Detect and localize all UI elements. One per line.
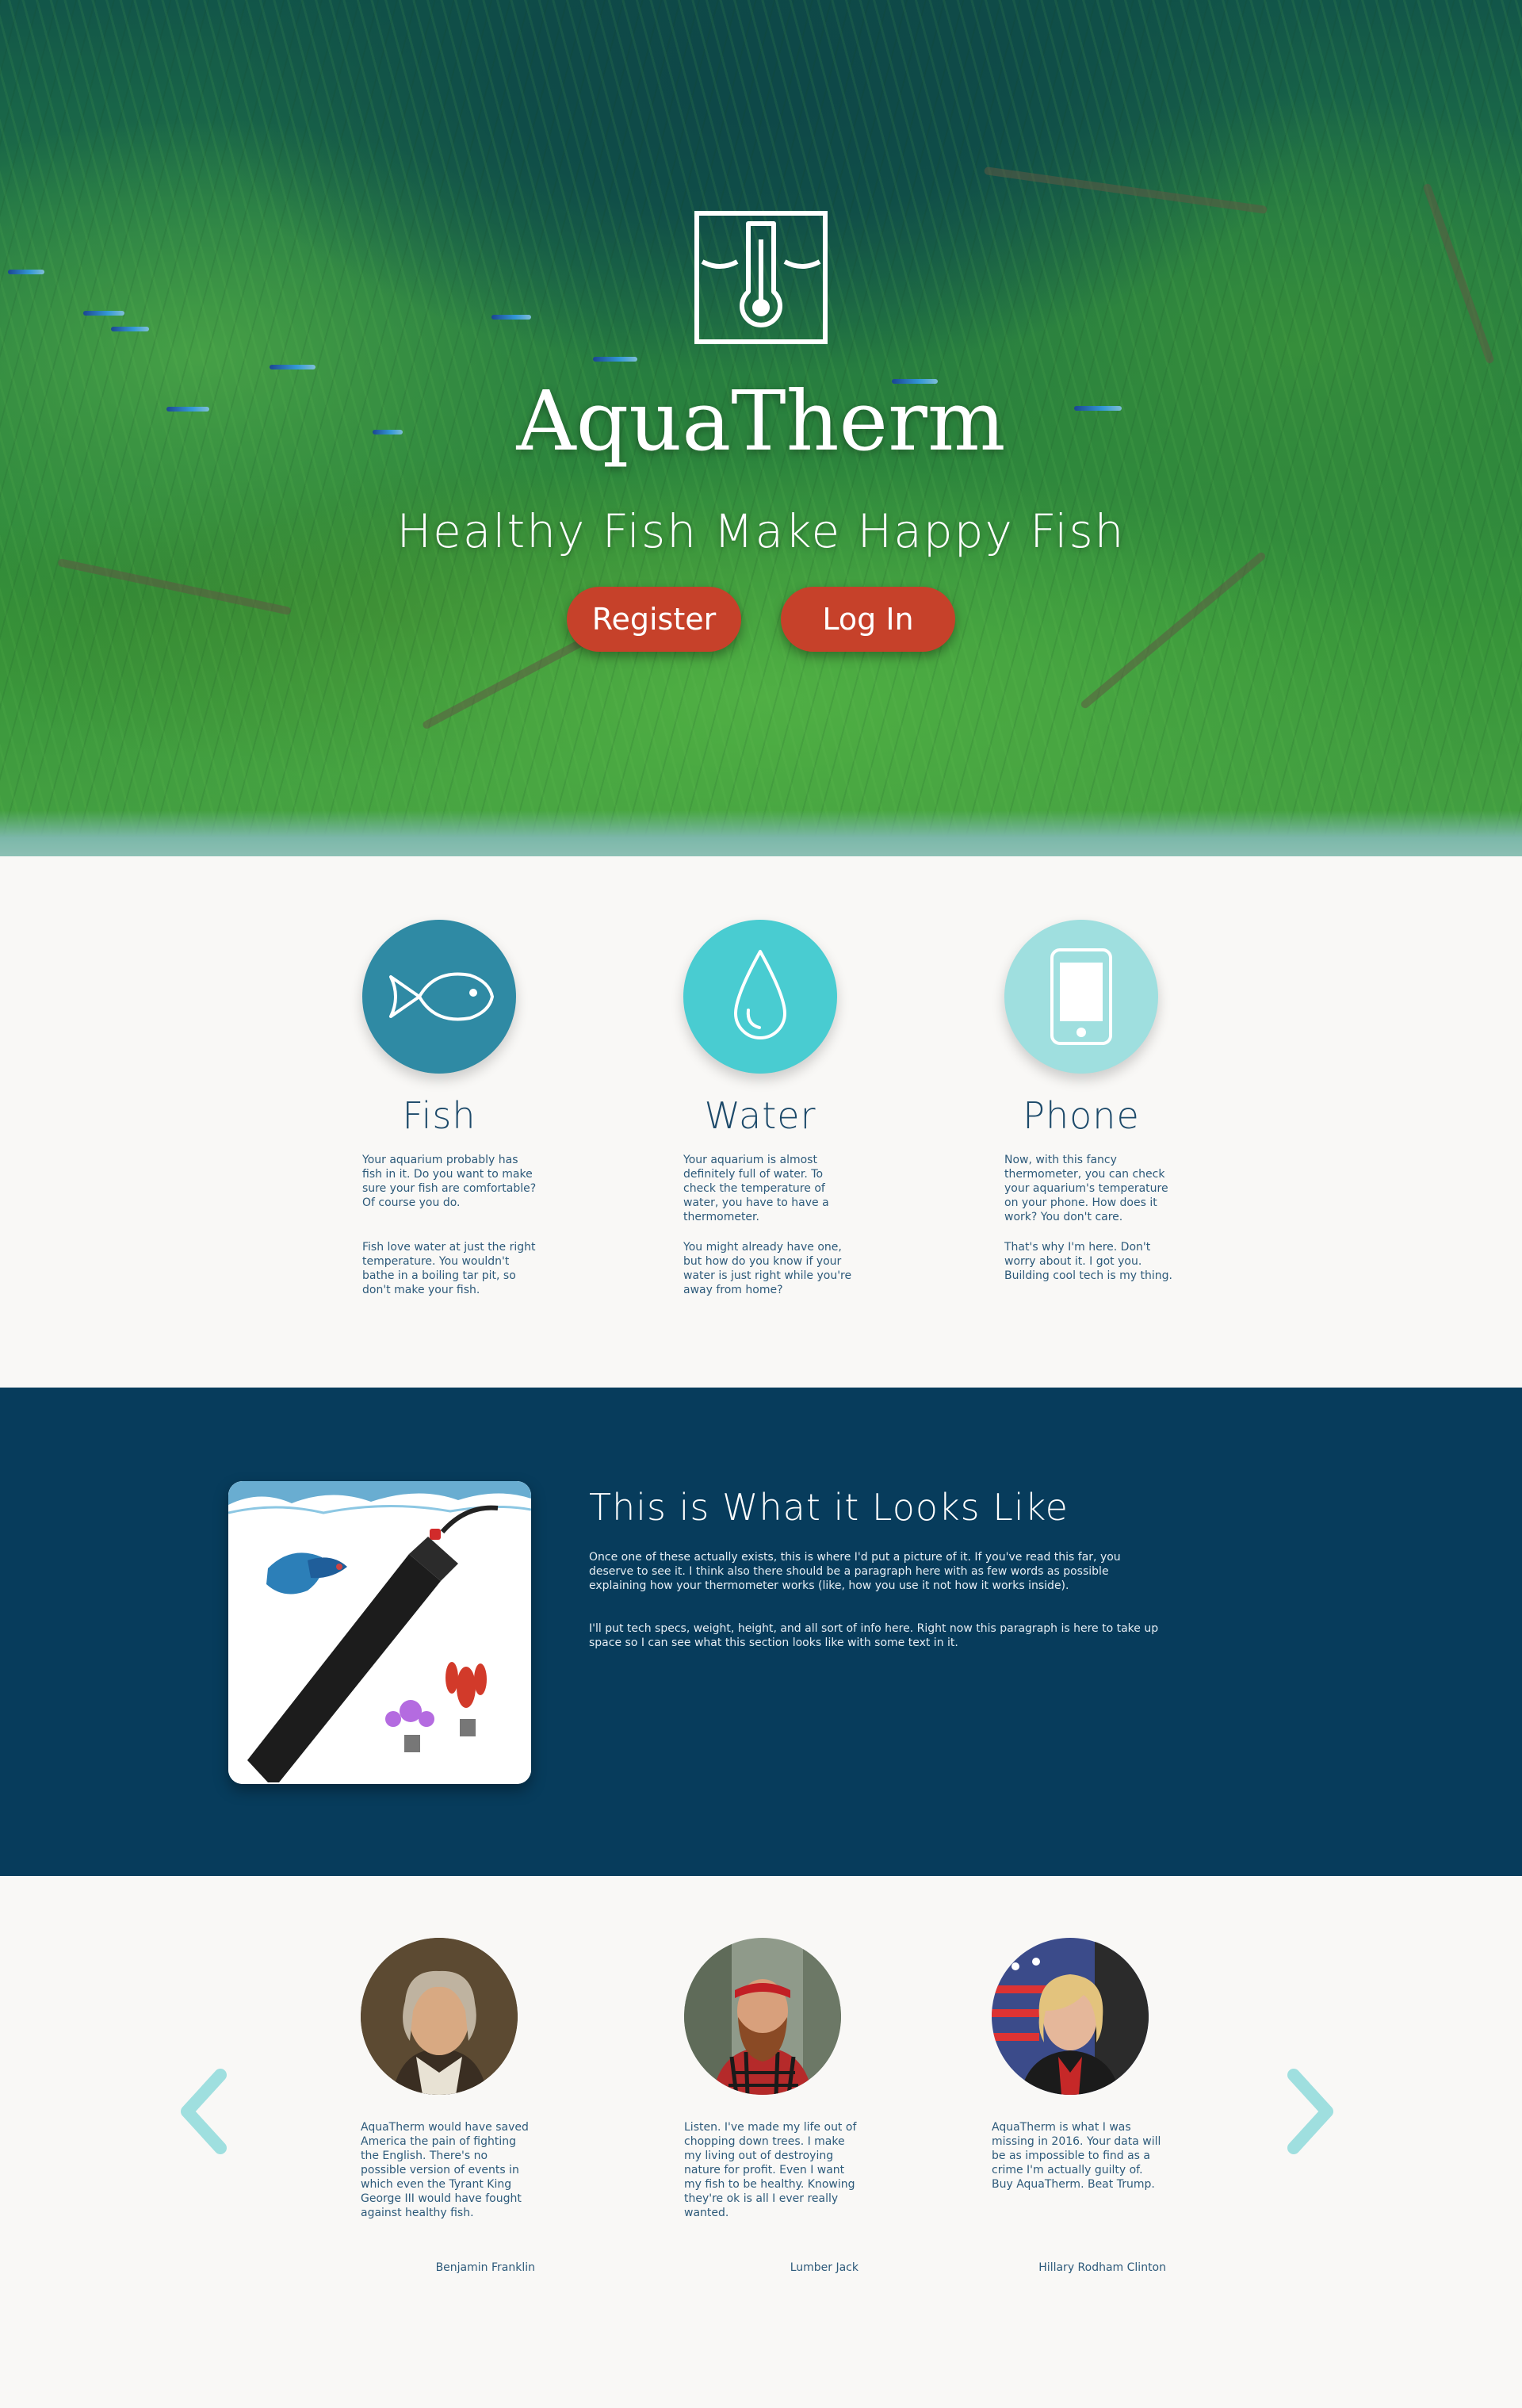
fish-icon [362,920,516,1074]
testimonials-section: AquaTherm would have saved America the p… [0,1876,1522,2408]
avatar [992,1938,1149,2095]
testimonial-quote: Listen. I've made my life out of choppin… [684,2121,857,2219]
testimonial-quote: AquaTherm would have saved America the p… [361,2121,529,2219]
testimonial-author: Lumber Jack [790,2261,859,2274]
thermometer-water-icon [694,211,828,344]
product-description: Once one of these actually exists, this … [589,1551,1121,1592]
feature-title: Water [704,1094,816,1137]
product-image [228,1481,531,1784]
features-section: Fish Your aquarium probably has fish in … [0,856,1522,1388]
feature-text: Your aquarium is almost definitely full … [683,1154,829,1223]
chevron-left-icon[interactable] [171,2064,235,2159]
testimonial-author: Hillary Rodham Clinton [1038,2261,1166,2274]
feature-text: That's why I'm here. Don't worry about i… [1004,1241,1173,1282]
feature-text: Your aquarium probably has fish in it. D… [362,1154,537,1209]
feature-title: Phone [1023,1094,1140,1137]
avatar [684,1938,841,2095]
hero-section: AquaTherm Healthy Fish Make Happy Fish R… [0,0,1522,856]
product-description: I'll put tech specs, weight, height, and… [589,1622,1159,1649]
chevron-right-icon[interactable] [1279,2064,1343,2159]
feature-text: You might already have one, but how do y… [683,1241,852,1296]
water-drop-icon [683,920,837,1074]
login-button[interactable]: Log In [781,587,955,652]
feature-title: Fish [402,1094,476,1137]
register-button[interactable]: Register [567,587,741,652]
testimonial-author: Benjamin Franklin [435,2261,535,2274]
feature-text: Now, with this fancy thermometer, you ca… [1004,1154,1168,1223]
product-title: This is What it Looks Like [589,1486,1069,1529]
hero-tagline: Healthy Fish Make Happy Fish [396,504,1126,558]
feature-text: Fish love water at just the right temper… [362,1241,536,1296]
testimonial-quote: AquaTherm is what I was missing in 2016.… [992,2121,1161,2191]
brand-title: AquaTherm [516,373,1006,469]
product-section: This is What it Looks Like Once one of t… [0,1388,1522,1876]
avatar [361,1938,518,2095]
phone-icon [1004,920,1158,1074]
